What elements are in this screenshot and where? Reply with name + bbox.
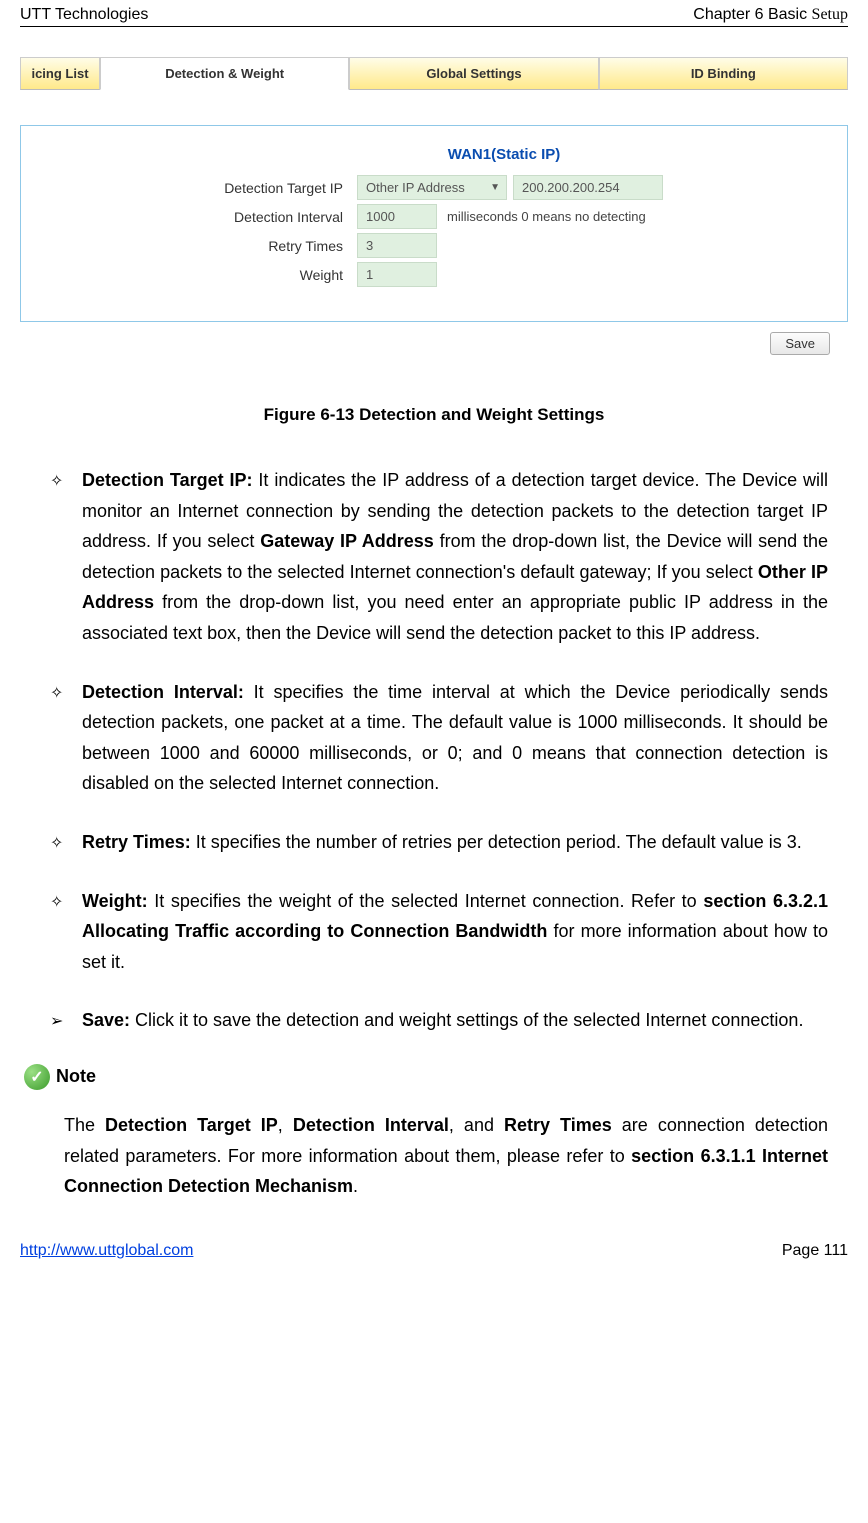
row-weight: Weight 1 — [31, 262, 837, 287]
save-button[interactable]: Save — [770, 332, 830, 355]
input-retry[interactable]: 3 — [357, 233, 437, 258]
item-retry: ✧ Retry Times: It specifies the number o… — [50, 827, 828, 858]
header-left: UTT Technologies — [20, 6, 148, 24]
form-legend: WAN1(Static IP) — [171, 146, 837, 163]
hint-interval: milliseconds 0 means no detecting — [447, 209, 646, 224]
form-panel: WAN1(Static IP) Detection Target IP Othe… — [20, 125, 848, 322]
row-detection-interval: Detection Interval 1000 milliseconds 0 m… — [31, 204, 837, 229]
input-weight[interactable]: 1 — [357, 262, 437, 287]
row-detection-target: Detection Target IP Other IP Address▼ 20… — [31, 175, 837, 200]
input-detection-ip[interactable]: 200.200.200.254 — [513, 175, 663, 200]
item-save: ➢ Save: Click it to save the detection a… — [50, 1005, 828, 1036]
tab-icing-list[interactable]: icing List — [20, 57, 100, 90]
note-text: The Detection Target IP, Detection Inter… — [20, 1110, 848, 1202]
label-detection-interval: Detection Interval — [31, 209, 351, 225]
page-footer: http://www.uttglobal.com Page 111 — [20, 1202, 848, 1260]
check-icon: ✓ — [24, 1064, 50, 1090]
bullet-icon: ✧ — [50, 827, 82, 858]
bullet-icon: ✧ — [50, 886, 82, 978]
header-right: Chapter 6 Basic Setup — [693, 6, 848, 24]
bullet-icon: ✧ — [50, 465, 82, 649]
item-detection-target: ✧ Detection Target IP: It indicates the … — [50, 465, 828, 649]
tab-id-binding[interactable]: ID Binding — [599, 57, 848, 90]
label-weight: Weight — [31, 267, 351, 283]
figure-caption: Figure 6-13 Detection and Weight Setting… — [20, 405, 848, 425]
label-detection-target: Detection Target IP — [31, 180, 351, 196]
content-list: ✧ Detection Target IP: It indicates the … — [20, 465, 848, 1036]
bullet-icon: ✧ — [50, 677, 82, 799]
tab-bar: icing List Detection & Weight Global Set… — [20, 57, 848, 90]
item-detection-interval: ✧ Detection Interval: It specifies the t… — [50, 677, 828, 799]
chevron-down-icon: ▼ — [490, 182, 500, 193]
bullet-icon: ➢ — [50, 1005, 82, 1036]
note-header: ✓ Note — [20, 1064, 848, 1090]
row-retry: Retry Times 3 — [31, 233, 837, 258]
note-label: Note — [56, 1066, 96, 1087]
page-header: UTT Technologies Chapter 6 Basic Setup — [20, 0, 848, 27]
footer-link[interactable]: http://www.uttglobal.com — [20, 1242, 193, 1260]
save-row: Save — [20, 332, 848, 355]
label-retry: Retry Times — [31, 238, 351, 254]
select-detection-target[interactable]: Other IP Address▼ — [357, 175, 507, 200]
tab-detection-weight[interactable]: Detection & Weight — [100, 57, 349, 90]
tab-global-settings[interactable]: Global Settings — [349, 57, 598, 90]
input-detection-interval[interactable]: 1000 — [357, 204, 437, 229]
item-weight: ✧ Weight: It specifies the weight of the… — [50, 886, 828, 978]
page-number: Page 111 — [782, 1242, 848, 1260]
